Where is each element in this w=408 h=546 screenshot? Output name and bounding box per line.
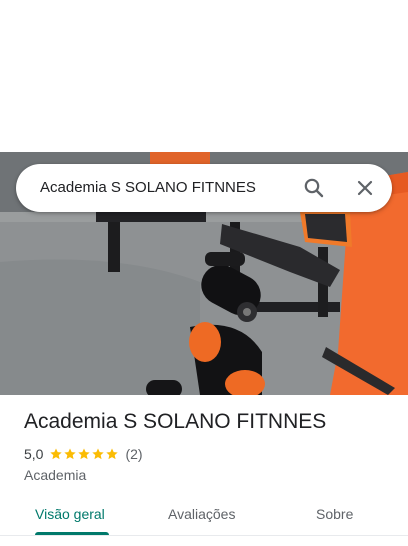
rating-row[interactable]: 5,0 (2): [24, 445, 143, 463]
tab-about[interactable]: Sobre: [316, 506, 353, 522]
tab-reviews[interactable]: Avaliações: [168, 506, 235, 522]
place-title: Academia S SOLANO FITNNES: [24, 410, 327, 433]
close-icon[interactable]: [353, 176, 377, 200]
search-input[interactable]: Academia S SOLANO FITNNES: [40, 179, 256, 196]
star-rating: [49, 447, 119, 461]
rating-value: 5,0: [24, 446, 44, 462]
tabs-divider: [0, 535, 408, 536]
tab-overview[interactable]: Visão geral: [35, 506, 105, 522]
place-tabs: Visão geral Avaliações Sobre: [0, 496, 408, 540]
star-icon: [64, 448, 77, 460]
search-icon[interactable]: [302, 176, 326, 200]
review-count[interactable]: (2): [125, 446, 142, 462]
search-bar[interactable]: Academia S SOLANO FITNNES: [16, 164, 392, 212]
star-icon: [92, 448, 105, 460]
star-icon: [78, 448, 91, 460]
place-category[interactable]: Academia: [24, 467, 86, 483]
star-icon: [106, 448, 119, 460]
star-icon: [50, 448, 63, 460]
